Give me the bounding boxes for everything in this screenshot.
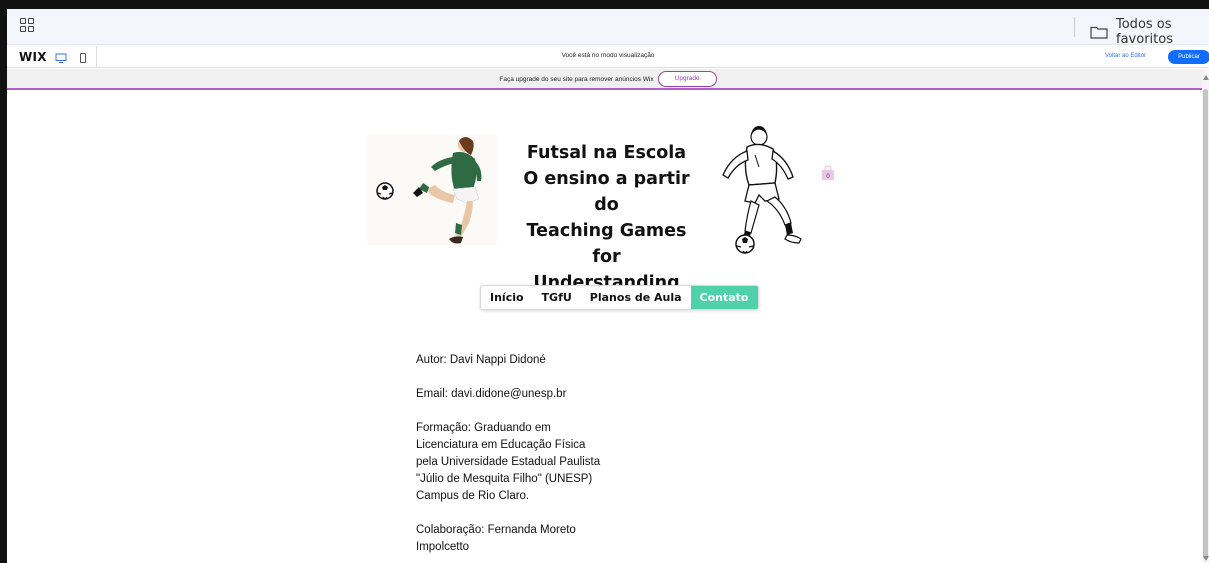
page-scrollbar[interactable] [1202, 69, 1209, 563]
folder-icon [1090, 26, 1108, 39]
colaboracao-text: Colaboração: Fernanda Moreto Impolcetto [416, 522, 656, 556]
preview-mode-message: Você está no modo visualização [561, 52, 655, 59]
male-player-dribbling-illustration [707, 125, 817, 255]
nav-item-tgfu[interactable]: TGfU [533, 286, 581, 309]
site-page: Futsal na Escola O ensino a partir do Te… [7, 92, 1202, 563]
formacao-line: Licenciatura em Educação Física [416, 439, 586, 451]
hero-title-line: O ensino a partir do [523, 169, 690, 215]
scroll-down-arrow-icon[interactable] [1203, 556, 1209, 561]
contact-content: Autor: Davi Nappi Didoné Email: davi.did… [416, 352, 656, 563]
browser-window: Todos os favoritos WIX Você está no modo… [7, 9, 1209, 563]
nav-item-planos-de-aula[interactable]: Planos de Aula [581, 286, 691, 309]
upgrade-banner-text: Faça upgrade do seu site para remover an… [499, 75, 654, 83]
apps-grid-icon[interactable] [20, 18, 34, 32]
colaboracao-line: Colaboração: Fernanda Moreto [416, 524, 576, 536]
formacao-line: Formação: Graduando em [416, 422, 551, 434]
nav-item-inicio[interactable]: Início [481, 286, 533, 309]
all-bookmarks-folder[interactable]: Todos os favoritos [1090, 17, 1209, 47]
female-player-kicking-illustration [367, 135, 497, 245]
hero-title-line: Futsal na Escola [526, 143, 687, 163]
author-text: Autor: Davi Nappi Didoné [416, 354, 546, 366]
upgrade-banner: Faça upgrade do seu site para remover an… [7, 69, 1209, 90]
formacao-text: Formação: Graduando em Licenciatura em E… [416, 420, 656, 505]
upgrade-button[interactable]: Upgrade [657, 71, 717, 87]
scroll-up-arrow-icon[interactable] [1203, 75, 1209, 80]
hero-title-line: Teaching Games for [526, 221, 687, 267]
wix-preview-bar: WIX Você está no modo visualização Volta… [7, 46, 1209, 68]
bookmarks-bar: Todos os favoritos [7, 9, 1209, 47]
hero-title: Futsal na Escola O ensino a partir do Te… [514, 140, 699, 296]
colaboracao-line: Impolcetto [416, 541, 470, 553]
publish-button[interactable]: Publicar [1168, 50, 1209, 64]
bookmarks-folder-label: Todos os favoritos [1116, 17, 1173, 47]
shopping-bag-icon[interactable]: 0 [821, 165, 835, 181]
site-navigation: Início TGfU Planos de Aula Contato [480, 285, 759, 310]
email-text: Email: davi.didone@unesp.br [416, 388, 567, 400]
formacao-line: Campus de Rio Claro. [416, 490, 530, 502]
bookmarks-separator [1074, 17, 1075, 37]
back-to-editor-link[interactable]: Voltar ao Editor [1105, 53, 1146, 59]
formacao-line: pela Universidade Estadual Paulista [416, 456, 601, 468]
formacao-line: "Júlio de Mesquita Filho" (UNESP) [416, 473, 593, 485]
nav-item-contato[interactable]: Contato [690, 286, 758, 309]
scroll-thumb[interactable] [1203, 89, 1208, 559]
